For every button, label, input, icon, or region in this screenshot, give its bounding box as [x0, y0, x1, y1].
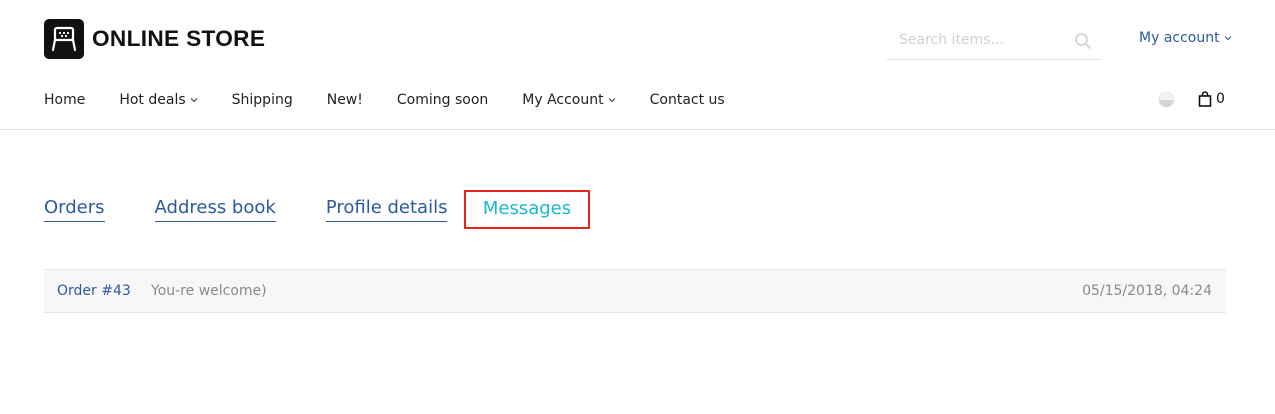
- store-logo-icon: [44, 19, 84, 59]
- tab-orders[interactable]: Orders: [44, 196, 105, 222]
- nav-item-label: Shipping: [231, 92, 293, 108]
- nav-item-home[interactable]: Home: [44, 92, 85, 108]
- my-account-menu[interactable]: My account: [1139, 30, 1232, 46]
- nav-item-my-account[interactable]: My Account: [522, 92, 615, 108]
- chevron-down-icon: [608, 98, 615, 103]
- nav-item-hot-deals[interactable]: Hot deals: [119, 92, 197, 108]
- shopping-bag-icon: [1198, 91, 1212, 107]
- nav-item-label: Home: [44, 92, 86, 108]
- main-nav: Home Hot deals Shipping New! Coming soon…: [44, 90, 759, 110]
- message-date: 05/15/2018, 04:24: [1082, 283, 1212, 299]
- search-icon[interactable]: [1074, 32, 1092, 50]
- my-account-label: My account: [1139, 30, 1220, 46]
- cart-count: 0: [1216, 91, 1225, 107]
- brand-name: ONLINE STORE: [92, 26, 266, 51]
- nav-item-shipping[interactable]: Shipping: [232, 92, 293, 108]
- nav-item-label: Contact us: [649, 92, 725, 108]
- message-text: You-re welcome): [151, 283, 267, 299]
- cart-button[interactable]: 0: [1198, 91, 1225, 107]
- nav-item-label: Hot deals: [119, 92, 186, 108]
- message-order-link[interactable]: Order #43: [57, 283, 151, 299]
- nav-item-label: Coming soon: [396, 92, 489, 108]
- nav-item-label: New!: [326, 92, 363, 108]
- chevron-down-icon: [190, 98, 197, 103]
- site-header: ONLINE STORE My account Home Hot deals S…: [0, 0, 1275, 130]
- search-input[interactable]: [886, 26, 1066, 54]
- site-logo[interactable]: ONLINE STORE: [44, 19, 265, 59]
- message-row[interactable]: Order #43 You-re welcome) 05/15/2018, 04…: [44, 269, 1226, 313]
- tab-messages-highlight: Messages: [464, 190, 590, 229]
- nav-item-contact-us[interactable]: Contact us: [650, 92, 725, 108]
- nav-item-new[interactable]: New!: [327, 92, 363, 108]
- tab-messages[interactable]: Messages: [483, 197, 571, 222]
- nav-item-coming-soon[interactable]: Coming soon: [397, 92, 488, 108]
- search-box: [886, 22, 1100, 60]
- account-tabs: Orders Address book Profile details: [44, 196, 497, 222]
- tab-profile-details[interactable]: Profile details: [325, 196, 448, 222]
- chevron-down-icon: [1224, 36, 1231, 41]
- nav-item-label: My Account: [522, 92, 604, 108]
- tab-address-book[interactable]: Address book: [154, 196, 276, 222]
- theme-toggle-icon[interactable]: [1158, 91, 1175, 108]
